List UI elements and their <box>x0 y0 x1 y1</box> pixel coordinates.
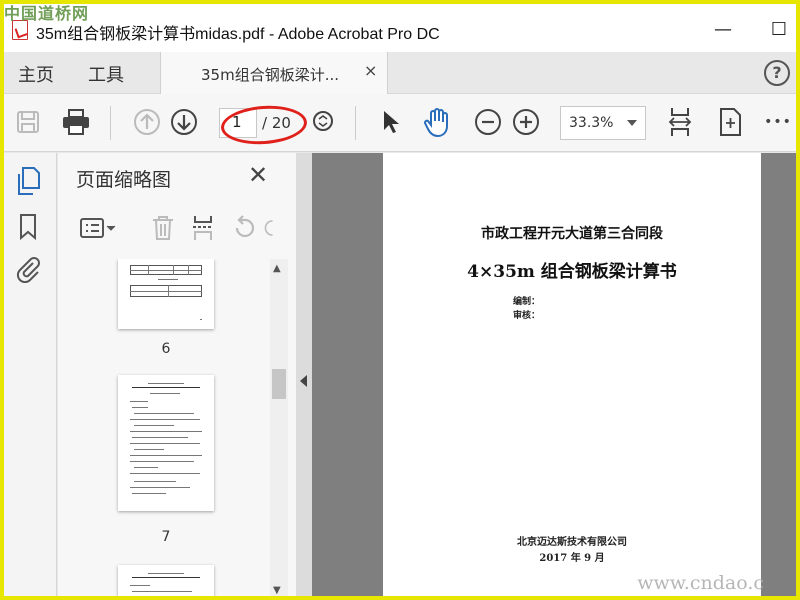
chevron-down-icon <box>627 120 637 126</box>
rotate-clockwise-icon[interactable] <box>264 211 284 245</box>
thumbnail-page-6[interactable] <box>118 259 214 329</box>
document-date: 2017 年 9 月 <box>539 553 605 564</box>
tab-document[interactable]: 35m组合钢板梁计... × <box>160 52 388 94</box>
page-thumbnails-icon[interactable] <box>14 167 42 195</box>
tab-bar: 主页 工具 35m组合钢板梁计... × ? <box>0 52 800 94</box>
close-tab-button[interactable]: × <box>364 61 377 80</box>
close-panel-button[interactable]: ✕ <box>248 161 268 189</box>
toolbar-divider <box>110 106 111 140</box>
thumbnail-scrollbar[interactable]: ▲ ▼ <box>270 259 288 600</box>
delete-page-icon[interactable] <box>146 211 180 245</box>
scrollbar-thumb[interactable] <box>272 369 286 399</box>
save-icon[interactable] <box>12 106 44 138</box>
panel-title: 页面缩略图 <box>76 169 172 191</box>
zoom-region-icon[interactable] <box>306 106 338 138</box>
company-name: 北京迈达斯技术有限公司 <box>517 537 627 548</box>
print-icon[interactable] <box>60 106 92 138</box>
tab-tools[interactable]: 工具 <box>88 61 124 87</box>
thumbnail-page-label: 7 <box>161 529 171 545</box>
zoom-out-icon[interactable] <box>472 106 504 138</box>
maximize-button[interactable]: ☐ <box>764 16 794 42</box>
watermark-logo: 中国道桥网 <box>4 4 90 23</box>
document-viewer[interactable]: 市政工程开元大道第三合同段 4×35m 组合钢板梁计算书 编制： 审核： 北京迈… <box>296 153 800 600</box>
extract-page-icon[interactable] <box>186 211 220 245</box>
previous-page-icon[interactable] <box>131 106 163 138</box>
watermark-url: www.cndao.c <box>637 572 764 594</box>
hand-tool-icon[interactable] <box>422 106 454 138</box>
more-tools-icon[interactable]: ••• <box>762 106 794 138</box>
fit-page-icon[interactable] <box>664 106 696 138</box>
zoom-level-select[interactable]: 33.3% <box>560 106 646 140</box>
document-tab-label: 35m组合钢板梁计... <box>201 66 340 84</box>
thumbnail-page-label: 6 <box>161 341 171 357</box>
thumbnail-options-icon[interactable] <box>78 211 118 245</box>
reviewed-by-label: 审核： <box>513 311 541 321</box>
bookmark-icon[interactable] <box>14 213 42 241</box>
collapse-panel-handle[interactable] <box>296 153 312 600</box>
left-navigation-rail <box>0 153 57 600</box>
collapse-left-arrow-icon <box>300 375 307 387</box>
scroll-up-arrow-icon[interactable]: ▲ <box>273 263 281 274</box>
document-title: 4×35m 组合钢板梁计算书 <box>467 262 677 282</box>
tab-home[interactable]: 主页 <box>18 61 54 87</box>
zoom-level-value: 33.3% <box>569 115 614 131</box>
zoom-in-icon[interactable] <box>510 106 542 138</box>
thumbnail-page-7[interactable] <box>118 375 214 511</box>
document-subtitle: 市政工程开元大道第三合同段 <box>481 226 663 242</box>
next-page-icon[interactable] <box>168 106 200 138</box>
compiled-by-label: 编制： <box>513 297 541 307</box>
attachment-icon[interactable] <box>14 255 42 283</box>
thumbnail-page-8[interactable] <box>118 565 214 600</box>
scroll-down-arrow-icon[interactable]: ▼ <box>273 585 281 596</box>
help-button[interactable]: ? <box>764 60 790 86</box>
rotate-counterclockwise-icon[interactable] <box>228 211 262 245</box>
panel-toolbar <box>58 209 296 249</box>
toolbar-divider <box>355 106 356 140</box>
page-thumbnails-panel: 页面缩略图 ✕ 6 7 ▲ ▼ <box>58 153 296 600</box>
main-toolbar: 1 / 20 33.3% ••• <box>0 94 800 152</box>
pdf-page: 市政工程开元大道第三合同段 4×35m 组合钢板梁计算书 编制： 审核： 北京迈… <box>383 153 761 600</box>
title-bar: 35m组合钢板梁计算书midas.pdf - Adobe Acrobat Pro… <box>0 0 800 52</box>
select-cursor-icon[interactable] <box>374 106 406 138</box>
rotate-view-icon[interactable] <box>714 106 746 138</box>
window-title: 35m组合钢板梁计算书midas.pdf - Adobe Acrobat Pro… <box>36 26 440 43</box>
minimize-button[interactable]: — <box>708 16 738 42</box>
thumbnail-list[interactable]: 6 7 <box>58 259 270 600</box>
